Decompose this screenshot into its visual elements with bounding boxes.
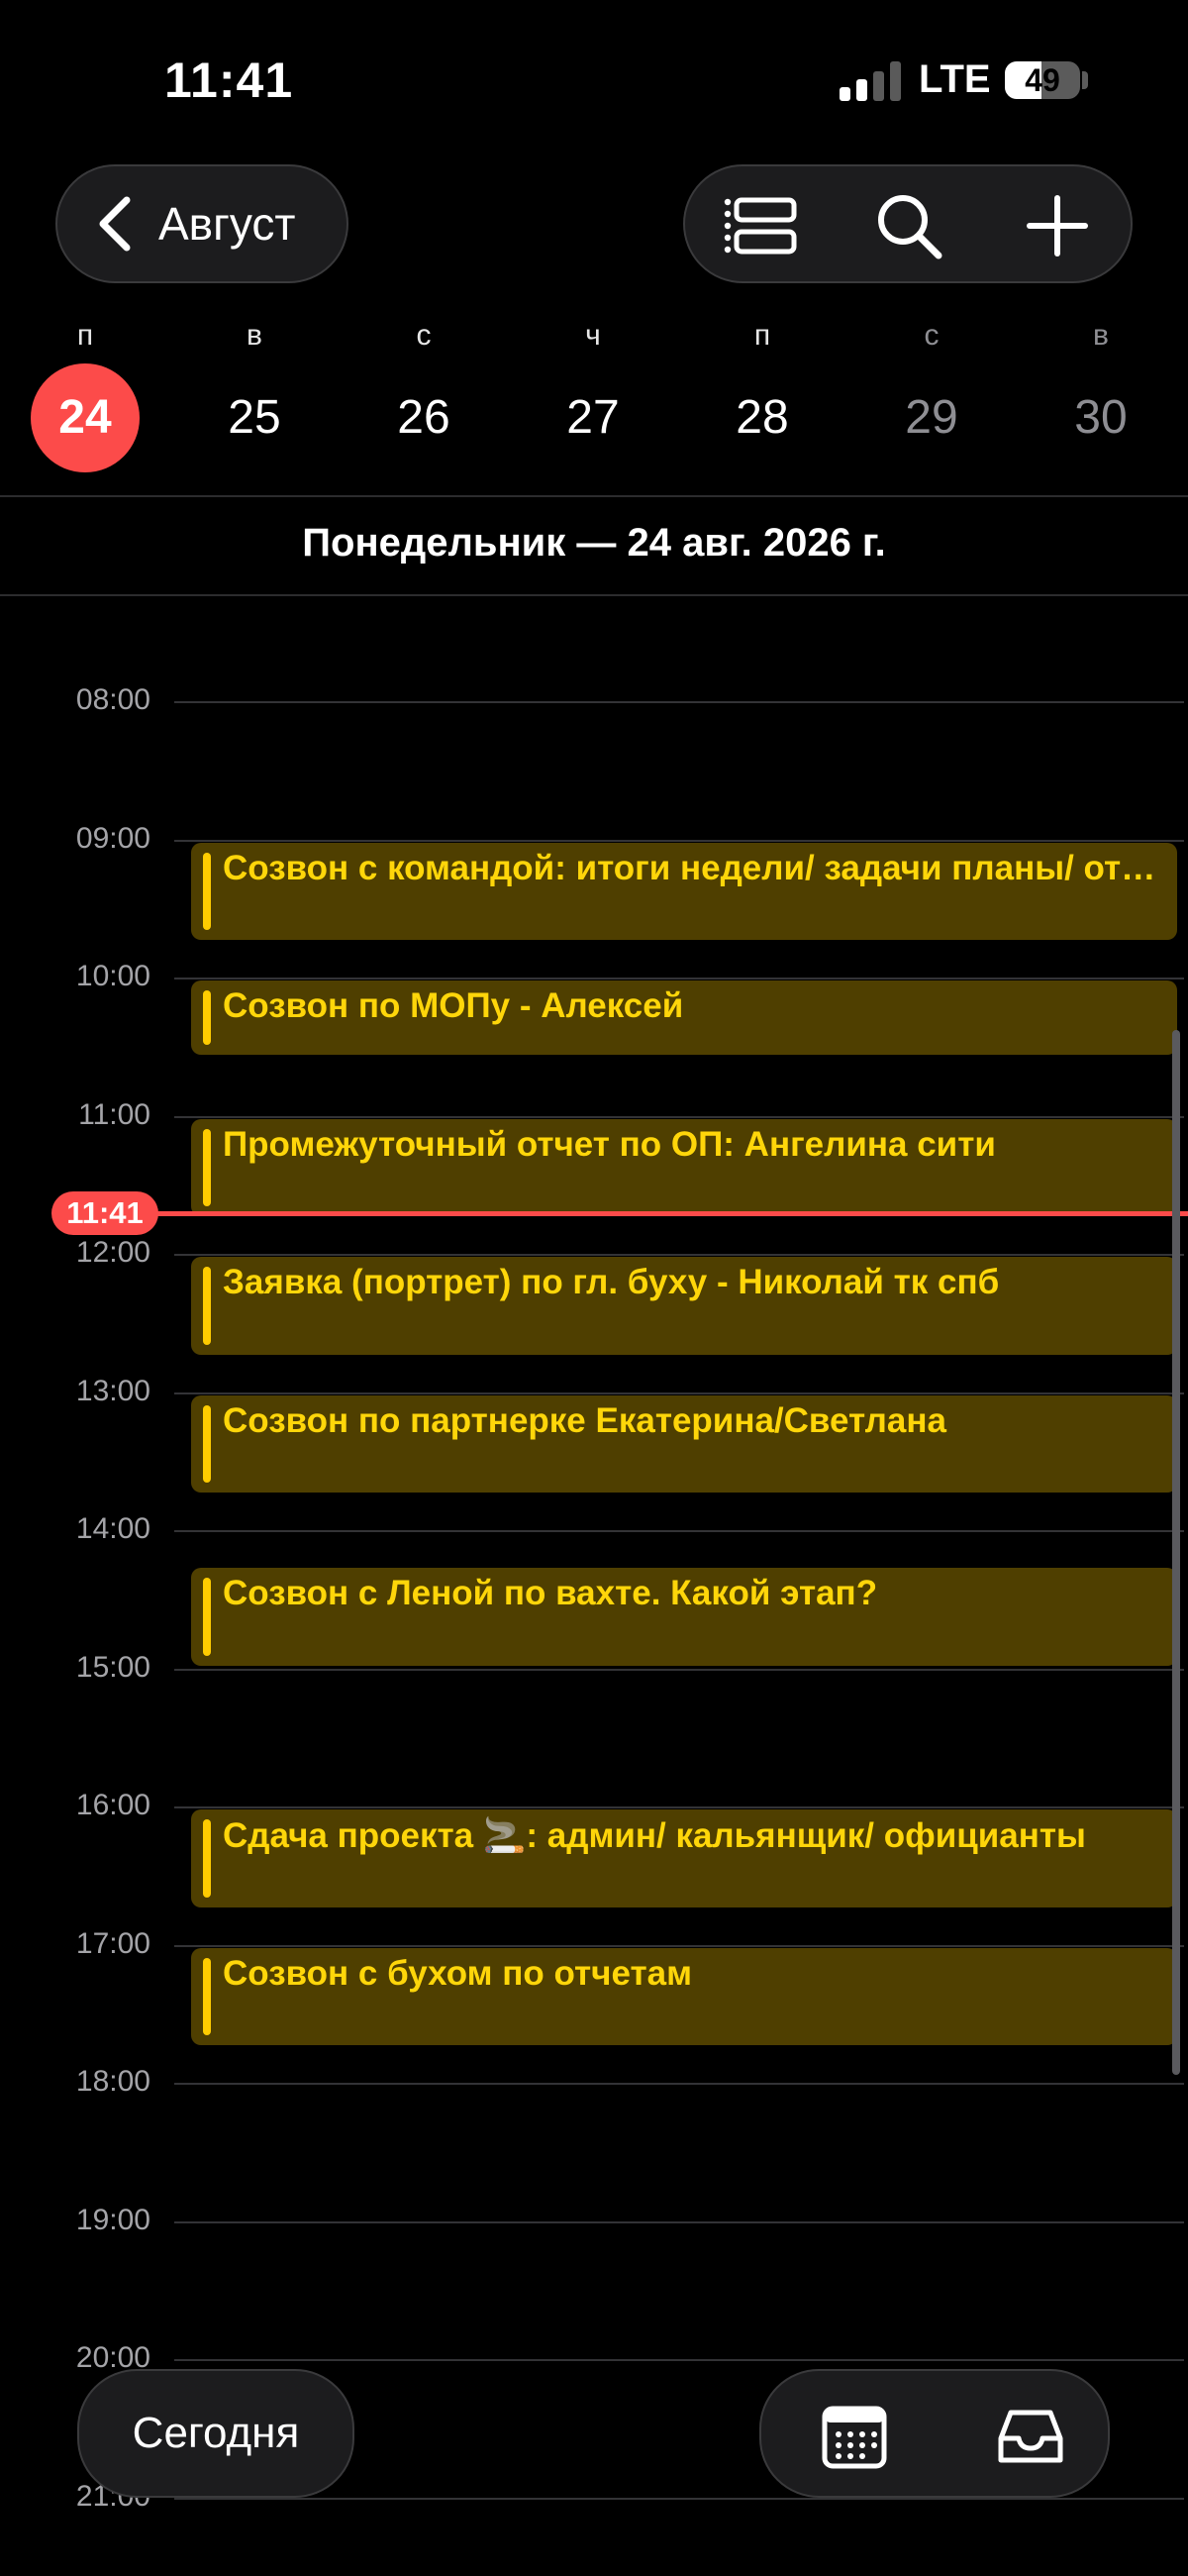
inbox-icon[interactable] bbox=[993, 2399, 1068, 2474]
cellular-signal-icon bbox=[840, 61, 901, 101]
hour-label: 08:00 bbox=[75, 683, 150, 716]
hour-gridline bbox=[174, 839, 1184, 842]
back-label: Август bbox=[158, 198, 296, 250]
hour-label: 11:00 bbox=[78, 1097, 150, 1131]
plus-icon[interactable] bbox=[1020, 188, 1095, 263]
hour-gridline bbox=[174, 1391, 1184, 1394]
chevron-left-icon bbox=[99, 196, 131, 252]
calendar-event[interactable]: Созвон по МОПу - Алексей bbox=[191, 980, 1177, 1056]
calendar-event[interactable]: Созвон с Леной по вахте. Какой этап? bbox=[191, 1567, 1177, 1666]
event-title: Промежуточный отчет по ОП: Ангелина сити bbox=[223, 1124, 996, 1164]
current-time-badge: 11:41 bbox=[51, 1191, 158, 1235]
event-color-bar bbox=[203, 1577, 211, 1656]
event-color-bar bbox=[203, 1957, 211, 2036]
hour-label: 14:00 bbox=[75, 1512, 150, 1545]
event-color-bar bbox=[203, 1404, 211, 1484]
back-to-month-button[interactable]: Август bbox=[55, 164, 348, 283]
hour-label: 16:00 bbox=[75, 1789, 150, 1821]
hour-label: 17:00 bbox=[75, 1926, 150, 1960]
day-29[interactable]: 29 bbox=[877, 363, 986, 472]
hour-label: 12:00 bbox=[75, 1236, 150, 1269]
day-30[interactable]: 30 bbox=[1046, 363, 1155, 472]
hour-gridline bbox=[174, 2220, 1184, 2223]
calendar-event[interactable]: Созвон с бухом по отчетам bbox=[191, 1947, 1177, 2046]
hour-label: 09:00 bbox=[75, 821, 150, 855]
list-view-icon[interactable] bbox=[723, 188, 798, 263]
bottom-toolbar bbox=[759, 2369, 1110, 2498]
event-color-bar bbox=[203, 1128, 211, 1207]
calendar-event[interactable]: Промежуточный отчет по ОП: Ангелина сити bbox=[191, 1118, 1177, 1217]
today-label: Сегодня bbox=[132, 2409, 300, 2457]
hour-gridline bbox=[174, 2359, 1184, 2361]
event-color-bar bbox=[203, 852, 211, 931]
day-25[interactable]: 25 bbox=[200, 363, 309, 472]
battery-level: 49 bbox=[1025, 62, 1060, 98]
event-color-bar bbox=[203, 1819, 211, 1898]
event-title: Созвон по партнерке Екатерина/Светлана bbox=[223, 1400, 946, 1440]
event-title: Созвон с командой: итоги недели/ задачи … bbox=[223, 848, 1157, 887]
calendar-event[interactable]: Созвон с командой: итоги недели/ задачи … bbox=[191, 842, 1177, 941]
weekday-label: с bbox=[924, 319, 940, 352]
hour-gridline bbox=[174, 701, 1184, 703]
calendar-event[interactable]: Заявка (портрет) по гл. буху - Николай т… bbox=[191, 1257, 1177, 1355]
divider bbox=[0, 594, 1188, 596]
event-title: Сдача проекта 🚬: админ/ кальянщик/ офици… bbox=[223, 1816, 1086, 1855]
day-28[interactable]: 28 bbox=[708, 363, 817, 472]
hour-gridline bbox=[174, 1115, 1184, 1118]
network-type: LTE bbox=[919, 57, 991, 101]
hour-gridline bbox=[174, 978, 1184, 979]
current-time-line bbox=[139, 1211, 1188, 1216]
weekday-label: п bbox=[76, 319, 94, 352]
divider bbox=[0, 495, 1188, 497]
event-title: Созвон по МОПу - Алексей bbox=[223, 986, 684, 1025]
hour-label: 13:00 bbox=[75, 1374, 150, 1407]
event-title: Заявка (портрет) по гл. буху - Николай т… bbox=[223, 1263, 1000, 1301]
hour-gridline bbox=[174, 2083, 1184, 2085]
hour-gridline bbox=[174, 1530, 1184, 1532]
status-time: 11:41 bbox=[164, 52, 294, 108]
event-color-bar bbox=[203, 1267, 211, 1345]
day-24[interactable]: 24 bbox=[31, 363, 140, 472]
event-color-bar bbox=[203, 990, 211, 1046]
battery-tip bbox=[1082, 71, 1088, 89]
hour-label: 10:00 bbox=[75, 960, 150, 992]
weekday-label: в bbox=[247, 319, 262, 352]
hour-gridline bbox=[174, 1806, 1184, 1808]
today-button[interactable]: Сегодня bbox=[77, 2369, 354, 2498]
search-icon[interactable] bbox=[871, 188, 946, 263]
scrollbar[interactable] bbox=[1172, 1030, 1180, 2075]
weekday-label: с bbox=[416, 319, 432, 352]
calendar-event[interactable]: Созвон по партнерке Екатерина/Светлана bbox=[191, 1394, 1177, 1494]
calendar-event[interactable]: Сдача проекта 🚬: админ/ кальянщик/ офици… bbox=[191, 1809, 1177, 1907]
hour-gridline bbox=[174, 1668, 1184, 1671]
day-27[interactable]: 27 bbox=[539, 363, 647, 472]
selected-date-title: Понедельник — 24 авг. 2026 г. bbox=[302, 521, 886, 565]
calendar-icon[interactable] bbox=[817, 2399, 892, 2474]
event-title: Созвон с бухом по отчетам bbox=[223, 1953, 692, 1993]
weekday-label: ч bbox=[585, 319, 601, 352]
weekday-label: п bbox=[753, 319, 771, 352]
hour-gridline bbox=[174, 1944, 1184, 1947]
hour-label: 15:00 bbox=[75, 1650, 150, 1684]
toolbar-group bbox=[683, 164, 1133, 283]
battery-icon: 49 bbox=[1005, 61, 1080, 99]
event-title: Созвон с Леной по вахте. Какой этап? bbox=[223, 1573, 878, 1612]
day-26[interactable]: 26 bbox=[369, 363, 478, 472]
hour-label: 18:00 bbox=[75, 2065, 150, 2098]
hour-gridline bbox=[174, 1254, 1184, 1256]
hour-label: 19:00 bbox=[75, 2203, 150, 2236]
weekday-label: в bbox=[1093, 319, 1109, 352]
